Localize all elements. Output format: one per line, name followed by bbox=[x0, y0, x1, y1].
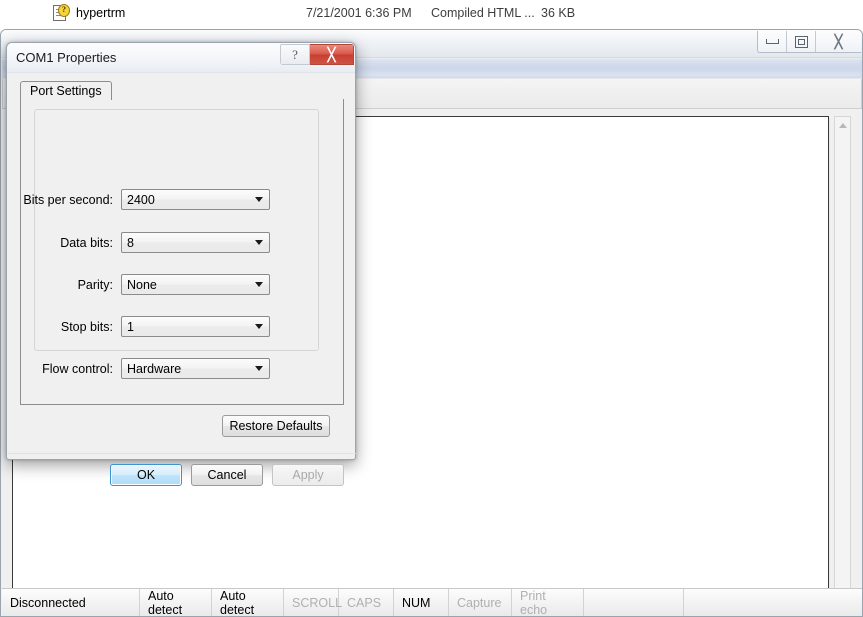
field-bits-per-second: Bits per second: 2400 bbox=[7, 189, 292, 210]
help-button[interactable]: ? bbox=[280, 44, 310, 65]
status-auto-detect-speed: Auto detect bbox=[212, 588, 284, 616]
field-label: Stop bits: bbox=[60, 319, 113, 334]
selected-value: 1 bbox=[127, 319, 134, 334]
scroll-up-icon bbox=[838, 122, 847, 128]
status-scroll-indicator: SCROLL bbox=[284, 588, 342, 616]
minimize-button[interactable] bbox=[758, 31, 787, 52]
field-data-bits: Data bits: 8 bbox=[7, 232, 292, 253]
minimize-icon bbox=[765, 39, 779, 44]
tab-strip: Port Settings bbox=[20, 81, 344, 100]
com1-properties-dialog: COM1 Properties ? ╳ Port Settings Bits p… bbox=[6, 42, 356, 486]
port-settings-groupbox bbox=[34, 109, 319, 351]
selected-value: 2400 bbox=[127, 192, 155, 207]
flow-control-select[interactable]: Hardware bbox=[121, 358, 270, 379]
file-size: 36 KB bbox=[541, 6, 576, 20]
file-type: Compiled HTML ... bbox=[431, 6, 535, 20]
file-date-modified: 7/21/2001 6:36 PM bbox=[306, 6, 412, 20]
table-row[interactable]: ? hypertrm 7/21/2001 6:36 PM Compiled HT… bbox=[0, 0, 863, 26]
screen: ? hypertrm 7/21/2001 6:36 PM Compiled HT… bbox=[0, 0, 863, 617]
window-controls: ╳ bbox=[757, 31, 861, 53]
field-label: Parity: bbox=[77, 277, 113, 292]
chevron-down-icon[interactable] bbox=[249, 275, 269, 294]
status-bar: Disconnected Auto detect Auto detect SCR… bbox=[2, 588, 862, 616]
selected-value: 8 bbox=[127, 235, 134, 250]
close-icon: ╳ bbox=[834, 34, 843, 49]
status-connection: Disconnected bbox=[2, 588, 140, 616]
chevron-down-icon[interactable] bbox=[249, 317, 269, 336]
dialog-window-controls: ? ╳ bbox=[280, 44, 354, 65]
data-bits-select[interactable]: 8 bbox=[121, 232, 270, 253]
bits-per-second-select[interactable]: 2400 bbox=[121, 189, 270, 210]
dialog-close-button[interactable]: ╳ bbox=[310, 44, 354, 65]
restore-defaults-button[interactable]: Restore Defaults bbox=[222, 415, 330, 437]
parity-select[interactable]: None bbox=[121, 274, 270, 295]
dialog-titlebar[interactable]: COM1 Properties ? ╳ bbox=[7, 43, 355, 73]
chevron-down-icon[interactable] bbox=[249, 359, 269, 378]
field-parity: Parity: None bbox=[7, 274, 292, 295]
field-label: Flow control: bbox=[42, 361, 113, 376]
close-icon: ╳ bbox=[327, 46, 336, 62]
status-spacer bbox=[584, 588, 684, 616]
status-num-indicator: NUM bbox=[394, 588, 449, 616]
close-button[interactable]: ╳ bbox=[816, 31, 861, 52]
tab-port-settings[interactable]: Port Settings bbox=[20, 81, 112, 100]
tab-label: Port Settings bbox=[30, 84, 102, 98]
question-mark-icon: ? bbox=[292, 46, 298, 62]
field-label: Bits per second: bbox=[23, 192, 113, 207]
scroll-up-button[interactable] bbox=[835, 117, 850, 133]
selected-value: Hardware bbox=[127, 361, 182, 376]
footer-divider bbox=[8, 453, 356, 454]
selected-value: None bbox=[127, 277, 157, 292]
restore-icon bbox=[794, 35, 808, 48]
dialog-title: COM1 Properties bbox=[16, 50, 117, 65]
status-print-echo-indicator: Print echo bbox=[512, 588, 584, 616]
chm-help-file-icon: ? bbox=[52, 4, 70, 21]
status-caps-indicator: CAPS bbox=[339, 588, 394, 616]
chevron-down-icon[interactable] bbox=[249, 190, 269, 209]
stop-bits-select[interactable]: 1 bbox=[121, 316, 270, 337]
cancel-button[interactable]: Cancel bbox=[191, 464, 263, 486]
status-auto-detect-protocol: Auto detect bbox=[140, 588, 212, 616]
ok-button[interactable]: OK bbox=[110, 464, 182, 486]
vertical-scrollbar[interactable] bbox=[834, 116, 851, 608]
status-capture-indicator: Capture bbox=[449, 588, 512, 616]
field-label: Data bits: bbox=[60, 235, 113, 250]
field-stop-bits: Stop bits: 1 bbox=[7, 316, 292, 337]
restore-button[interactable] bbox=[787, 31, 816, 52]
apply-button[interactable]: Apply bbox=[272, 464, 344, 486]
field-flow-control: Flow control: Hardware bbox=[7, 358, 292, 379]
file-name: hypertrm bbox=[76, 6, 126, 20]
chevron-down-icon[interactable] bbox=[249, 233, 269, 252]
